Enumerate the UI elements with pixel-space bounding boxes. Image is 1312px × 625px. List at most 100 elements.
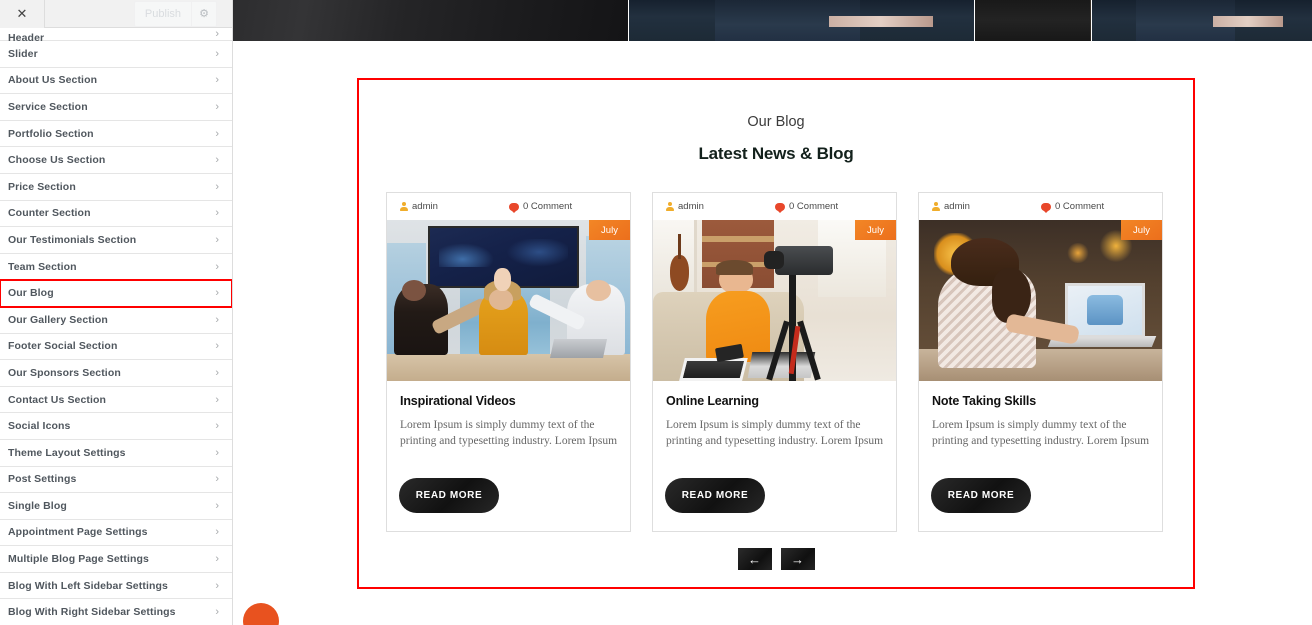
sidebar-item-label: Choose Us Section [8,154,106,167]
author-label: admin [678,201,704,212]
sidebar-item-theme-layout-settings[interactable]: Theme Layout Settings › [0,439,232,467]
sidebar-item-label: Our Sponsors Section [8,366,121,379]
sidebar-item-our-gallery-section[interactable]: Our Gallery Section › [0,306,232,334]
sidebar-item-about-us-section[interactable]: About Us Section › [0,67,232,95]
blog-card-excerpt: Lorem Ipsum is simply dummy text of the p… [666,418,883,450]
sidebar-item-footer-social-section[interactable]: Footer Social Section › [0,333,232,361]
scroll-to-top-button[interactable] [243,603,279,625]
author-label: admin [944,201,970,212]
sidebar-item-contact-us-section[interactable]: Contact Us Section › [0,386,232,414]
sidebar-item-label: Post Settings [8,473,77,486]
sidebar-item-multiple-blog-page-settings[interactable]: Multiple Blog Page Settings › [0,546,232,573]
publish-settings-button[interactable]: ⚙ [191,1,217,27]
sidebar-item-label: Our Blog [8,287,54,300]
sidebar-item-label: Counter Section [8,207,91,220]
chevron-right-icon: › [215,473,219,486]
blog-card[interactable]: admin 0 Comment 18July Note Taking Skills Lo… [918,192,1163,532]
sidebar-item-single-blog[interactable]: Single Blog › [0,493,232,520]
blog-card[interactable]: admin 0 Comment 18July Online Learning Lorem… [652,192,897,532]
blog-card-body: Note Taking Skills Lorem Ipsum is simply … [919,381,1162,450]
date-month: July [601,225,618,236]
chevron-right-icon: › [215,393,219,406]
blog-card-title: Note Taking Skills [932,394,1037,408]
team-photo-2 [629,0,974,41]
blog-card-author: admin [399,201,499,212]
blog-card-image[interactable]: 18July [653,220,896,381]
chevron-right-icon: › [215,366,219,379]
sidebar-item-counter-section[interactable]: Counter Section › [0,200,232,228]
blog-card-excerpt: Lorem Ipsum is simply dummy text of the p… [932,418,1149,450]
sidebar-item-our-blog[interactable]: Our Blog › [0,279,232,308]
excerpt-line-2: printing and typesetting industry. Lorem… [932,434,1149,447]
close-customizer-button[interactable]: ✕ [0,0,45,28]
excerpt-line-1: Lorem Ipsum is simply dummy text of the [666,419,861,431]
team-photo-4 [1092,0,1312,41]
sidebar-item-choose-us-section[interactable]: Choose Us Section › [0,147,232,174]
carousel-next-button[interactable]: → [780,548,815,570]
chevron-right-icon: › [215,28,219,40]
chevron-right-icon: › [215,154,219,167]
blog-card-image[interactable]: 18July [919,220,1162,381]
sidebar-item-appointment-page-settings[interactable]: Appointment Page Settings › [0,519,232,547]
blog-card-meta: admin 0 Comment [387,193,630,220]
sidebar-item-label: Team Section [8,260,77,273]
blog-carousel-nav: ← → [359,548,1193,570]
blog-card-excerpt: Lorem Ipsum is simply dummy text of the p… [400,418,617,450]
sidebar-item-label: Portfolio Section [8,127,94,140]
sidebar-item-slider[interactable]: Slider › [0,41,232,68]
sidebar-item-blog-with-right-sidebar-settings[interactable]: Blog With Right Sidebar Settings › [0,599,232,625]
blog-card-list: admin 0 Comment 18July Inspirational Videos… [386,192,1163,532]
chevron-right-icon: › [215,526,219,539]
sidebar-item-label: About Us Section [8,74,98,87]
sidebar-item-label: Theme Layout Settings [8,446,126,459]
sidebar-item-service-section[interactable]: Service Section › [0,94,232,121]
site-preview-frame: Our Blog Latest News & Blog admin 0 Comme… [233,0,1312,625]
sidebar-item-label: Social Icons [8,420,71,433]
blog-card-image[interactable]: 18July [387,220,630,381]
blog-card[interactable]: admin 0 Comment 18July Inspirational Videos… [386,192,631,532]
read-more-button[interactable]: READ MORE [665,478,765,513]
chevron-right-icon: › [215,47,219,60]
sidebar-item-social-icons[interactable]: Social Icons › [0,413,232,440]
read-more-button[interactable]: READ MORE [931,478,1031,513]
blog-eyebrow-text: Our Blog [747,114,805,130]
chevron-right-icon: › [215,127,219,140]
chevron-right-icon: › [215,260,219,273]
blog-card-meta: admin 0 Comment [919,193,1162,220]
sidebar-item-portfolio-section[interactable]: Portfolio Section › [0,120,232,148]
carousel-prev-button[interactable]: ← [737,548,772,570]
sidebar-item-our-sponsors-section[interactable]: Our Sponsors Section › [0,360,232,387]
chevron-right-icon: › [215,100,219,113]
blog-card-title: Inspirational Videos [400,394,516,408]
blog-card-date-badge: 18July [589,220,630,240]
sidebar-item-price-section[interactable]: Price Section › [0,173,232,201]
excerpt-line-2: printing and typesetting industry. Lorem… [400,434,617,447]
sidebar-item-label: Slider [8,47,38,60]
blog-card-meta: admin 0 Comment [653,193,896,220]
read-more-button[interactable]: READ MORE [399,478,499,513]
blog-card-body: Inspirational Videos Lorem Ipsum is simpl… [387,381,630,450]
sidebar-item-blog-with-left-sidebar-settings[interactable]: Blog With Left Sidebar Settings › [0,572,232,600]
comment-label: 0 Comment [789,201,839,212]
comment-icon [775,202,785,213]
sidebar-item-label: Single Blog [8,499,67,512]
gear-icon: ⚙ [199,7,209,20]
publish-button[interactable]: Publish [133,1,191,27]
sidebar-item-post-settings[interactable]: Post Settings › [0,466,232,494]
customizer-header: ✕ Publish ⚙ [0,0,232,28]
chevron-right-icon: › [215,579,219,592]
sidebar-item-label: Appointment Page Settings [8,526,148,539]
chevron-right-icon: › [215,313,219,326]
customizer-section-list[interactable]: Header › Slider › About Us Section › Service S… [0,28,232,625]
sidebar-item-label: Blog With Right Sidebar Settings [8,606,176,619]
chevron-right-icon: › [215,180,219,193]
sidebar-item-our-testimonials-section[interactable]: Our Testimonials Section › [0,227,232,254]
chevron-right-icon: › [215,499,219,512]
chevron-right-icon: › [215,233,219,246]
blog-card-comments: 0 Comment [1041,201,1104,213]
sidebar-item-label: Our Testimonials Section [8,233,137,246]
sidebar-item-team-section[interactable]: Team Section › [0,253,232,281]
user-icon [931,202,940,211]
sidebar-item-label: Contact Us Section [8,393,107,406]
sidebar-item-header[interactable]: Header › [0,28,232,44]
